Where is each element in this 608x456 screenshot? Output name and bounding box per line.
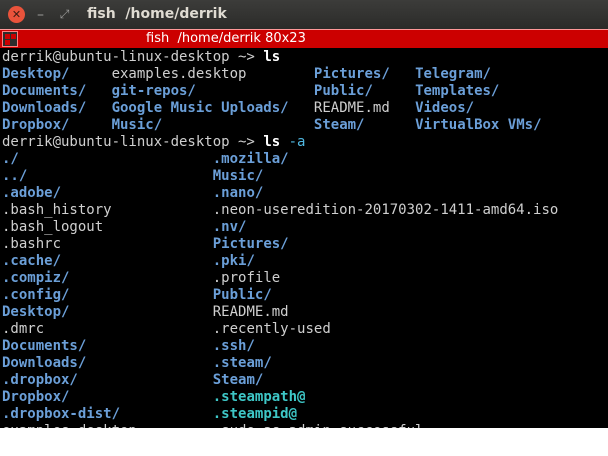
ls-a-output-row: .compiz/ .profile xyxy=(2,270,608,287)
file-entry: Documents/ xyxy=(2,83,87,99)
file-entry: .dmrc xyxy=(2,321,45,337)
file-entry: Public/ xyxy=(212,287,272,303)
ls-a-output-row: Dropbox/ .steampath@ xyxy=(2,389,608,406)
file-entry: Music/ xyxy=(111,117,163,133)
window-title: fish /home/derrik xyxy=(87,6,227,22)
prompt-text: derrik@ubuntu-linux-desktop ~> xyxy=(2,49,255,65)
file-entry: .bashrc xyxy=(2,236,62,252)
file-entry: .config/ xyxy=(2,287,70,303)
ls-output-row: Desktop/examples.desktop Pictures/Telegra… xyxy=(2,66,608,83)
file-entry: .nano/ xyxy=(212,185,264,201)
ls-a-output-row: Documents/ .ssh/ xyxy=(2,338,608,355)
file-entry: .nv/ xyxy=(212,219,247,235)
ls-a-output-row: ./ .mozilla/ xyxy=(2,151,608,168)
file-entry: Telegram/ xyxy=(415,66,491,82)
file-entry: Pictures/ xyxy=(212,236,289,252)
ls-a-output-row: .bashrc Pictures/ xyxy=(2,236,608,253)
file-entry: Dropbox/ xyxy=(2,117,70,133)
file-entry: Documents/ xyxy=(2,338,87,354)
tab-title: fish /home/derrik 80x23 xyxy=(146,31,306,46)
ls-a-output-row: Desktop/README.md xyxy=(2,304,608,321)
file-entry: examples.desktop xyxy=(111,66,247,82)
ls-output-row: Documents/git-repos/Public/Templates/ xyxy=(2,83,608,100)
ls-output-row: Dropbox/Music/Steam/VirtualBox VMs/ xyxy=(2,117,608,134)
file-entry: .adobe/ xyxy=(2,185,62,201)
terminal-tab[interactable]: fish /home/derrik 80x23 xyxy=(0,29,608,48)
minimize-icon[interactable]: – xyxy=(32,6,49,23)
terminal-output[interactable]: derrik@ubuntu-linux-desktop ~> ls Desktop/… xyxy=(0,48,608,429)
file-entry: .steampath@ xyxy=(212,389,306,405)
window-bottom-edge xyxy=(0,428,608,456)
ls-a-output-row: .cache/ .pki/ xyxy=(2,253,608,270)
file-entry: Desktop/ xyxy=(2,304,70,320)
ls-a-output-row: .dropbox-dist/ .steampid@ xyxy=(2,406,608,423)
file-entry: .dropbox-dist/ xyxy=(2,406,121,422)
window-titlebar: ✕ – ⤢ fish /home/derrik xyxy=(0,0,608,29)
file-entry: VirtualBox VMs/ xyxy=(415,117,542,133)
file-entry: .pki/ xyxy=(212,253,255,269)
file-entry: .bash_logout xyxy=(2,219,104,235)
file-entry: .mozilla/ xyxy=(212,151,289,167)
ls-a-output-row: .dropbox/Steam/ xyxy=(2,372,608,389)
file-entry: Public/ xyxy=(313,83,373,99)
ls-a-output-row: Downloads/ .steam/ xyxy=(2,355,608,372)
file-entry: Music/ xyxy=(212,168,264,184)
file-entry: .bash_history xyxy=(2,202,112,218)
command-argument: -a xyxy=(288,134,306,150)
maximize-icon[interactable]: ⤢ xyxy=(56,6,73,23)
file-entry: Google Music Uploads/ xyxy=(111,100,289,116)
file-entry: .ssh/ xyxy=(212,338,255,354)
file-entry: .profile xyxy=(212,270,281,286)
file-entry: Templates/ xyxy=(415,83,500,99)
ls-a-output-row: .bash_history .neon-useredition-20170302-… xyxy=(2,202,608,219)
file-entry: .neon-useredition-20170302-1411-amd64.is… xyxy=(212,202,559,218)
ls-a-output-row: .bash_logout .nv/ xyxy=(2,219,608,236)
ls-a-output-row: .config/Public/ xyxy=(2,287,608,304)
file-entry: Desktop/ xyxy=(2,66,70,82)
ls-a-output-row: .dmrc .recently-used xyxy=(2,321,608,338)
ls-output-row: Downloads/Google Music Uploads/README.md… xyxy=(2,100,608,117)
file-entry: Videos/ xyxy=(415,100,475,116)
file-entry: README.md xyxy=(313,100,390,116)
file-entry: Steam/ xyxy=(212,372,264,388)
file-entry: Dropbox/ xyxy=(2,389,70,405)
file-entry: .dropbox/ xyxy=(2,372,78,388)
file-entry: Pictures/ xyxy=(313,66,390,82)
file-entry: .recently-used xyxy=(212,321,331,337)
ls-a-output-row: ../ Music/ xyxy=(2,168,608,185)
file-entry: Downloads/ xyxy=(2,100,87,116)
prompt-text: derrik@ubuntu-linux-desktop ~> xyxy=(2,134,255,150)
file-entry: .steam/ xyxy=(212,355,272,371)
file-entry: .cache/ xyxy=(2,253,62,269)
ls-a-output-row: .adobe/ .nano/ xyxy=(2,185,608,202)
command-text: ls xyxy=(263,49,281,65)
file-entry: Steam/ xyxy=(313,117,365,133)
prompt-line: derrik@ubuntu-linux-desktop ~> ls xyxy=(2,49,608,66)
close-icon[interactable]: ✕ xyxy=(8,6,25,23)
file-entry: .steampid@ xyxy=(212,406,298,422)
file-entry: git-repos/ xyxy=(111,83,196,99)
file-entry: .compiz/ xyxy=(2,270,70,286)
file-entry: ./ xyxy=(2,151,19,167)
prompt-line: derrik@ubuntu-linux-desktop ~> ls -a xyxy=(2,134,608,151)
file-entry: ../ xyxy=(2,168,28,184)
file-entry: README.md xyxy=(212,304,289,320)
file-entry: Downloads/ xyxy=(2,355,87,371)
command-text: ls xyxy=(263,134,281,150)
